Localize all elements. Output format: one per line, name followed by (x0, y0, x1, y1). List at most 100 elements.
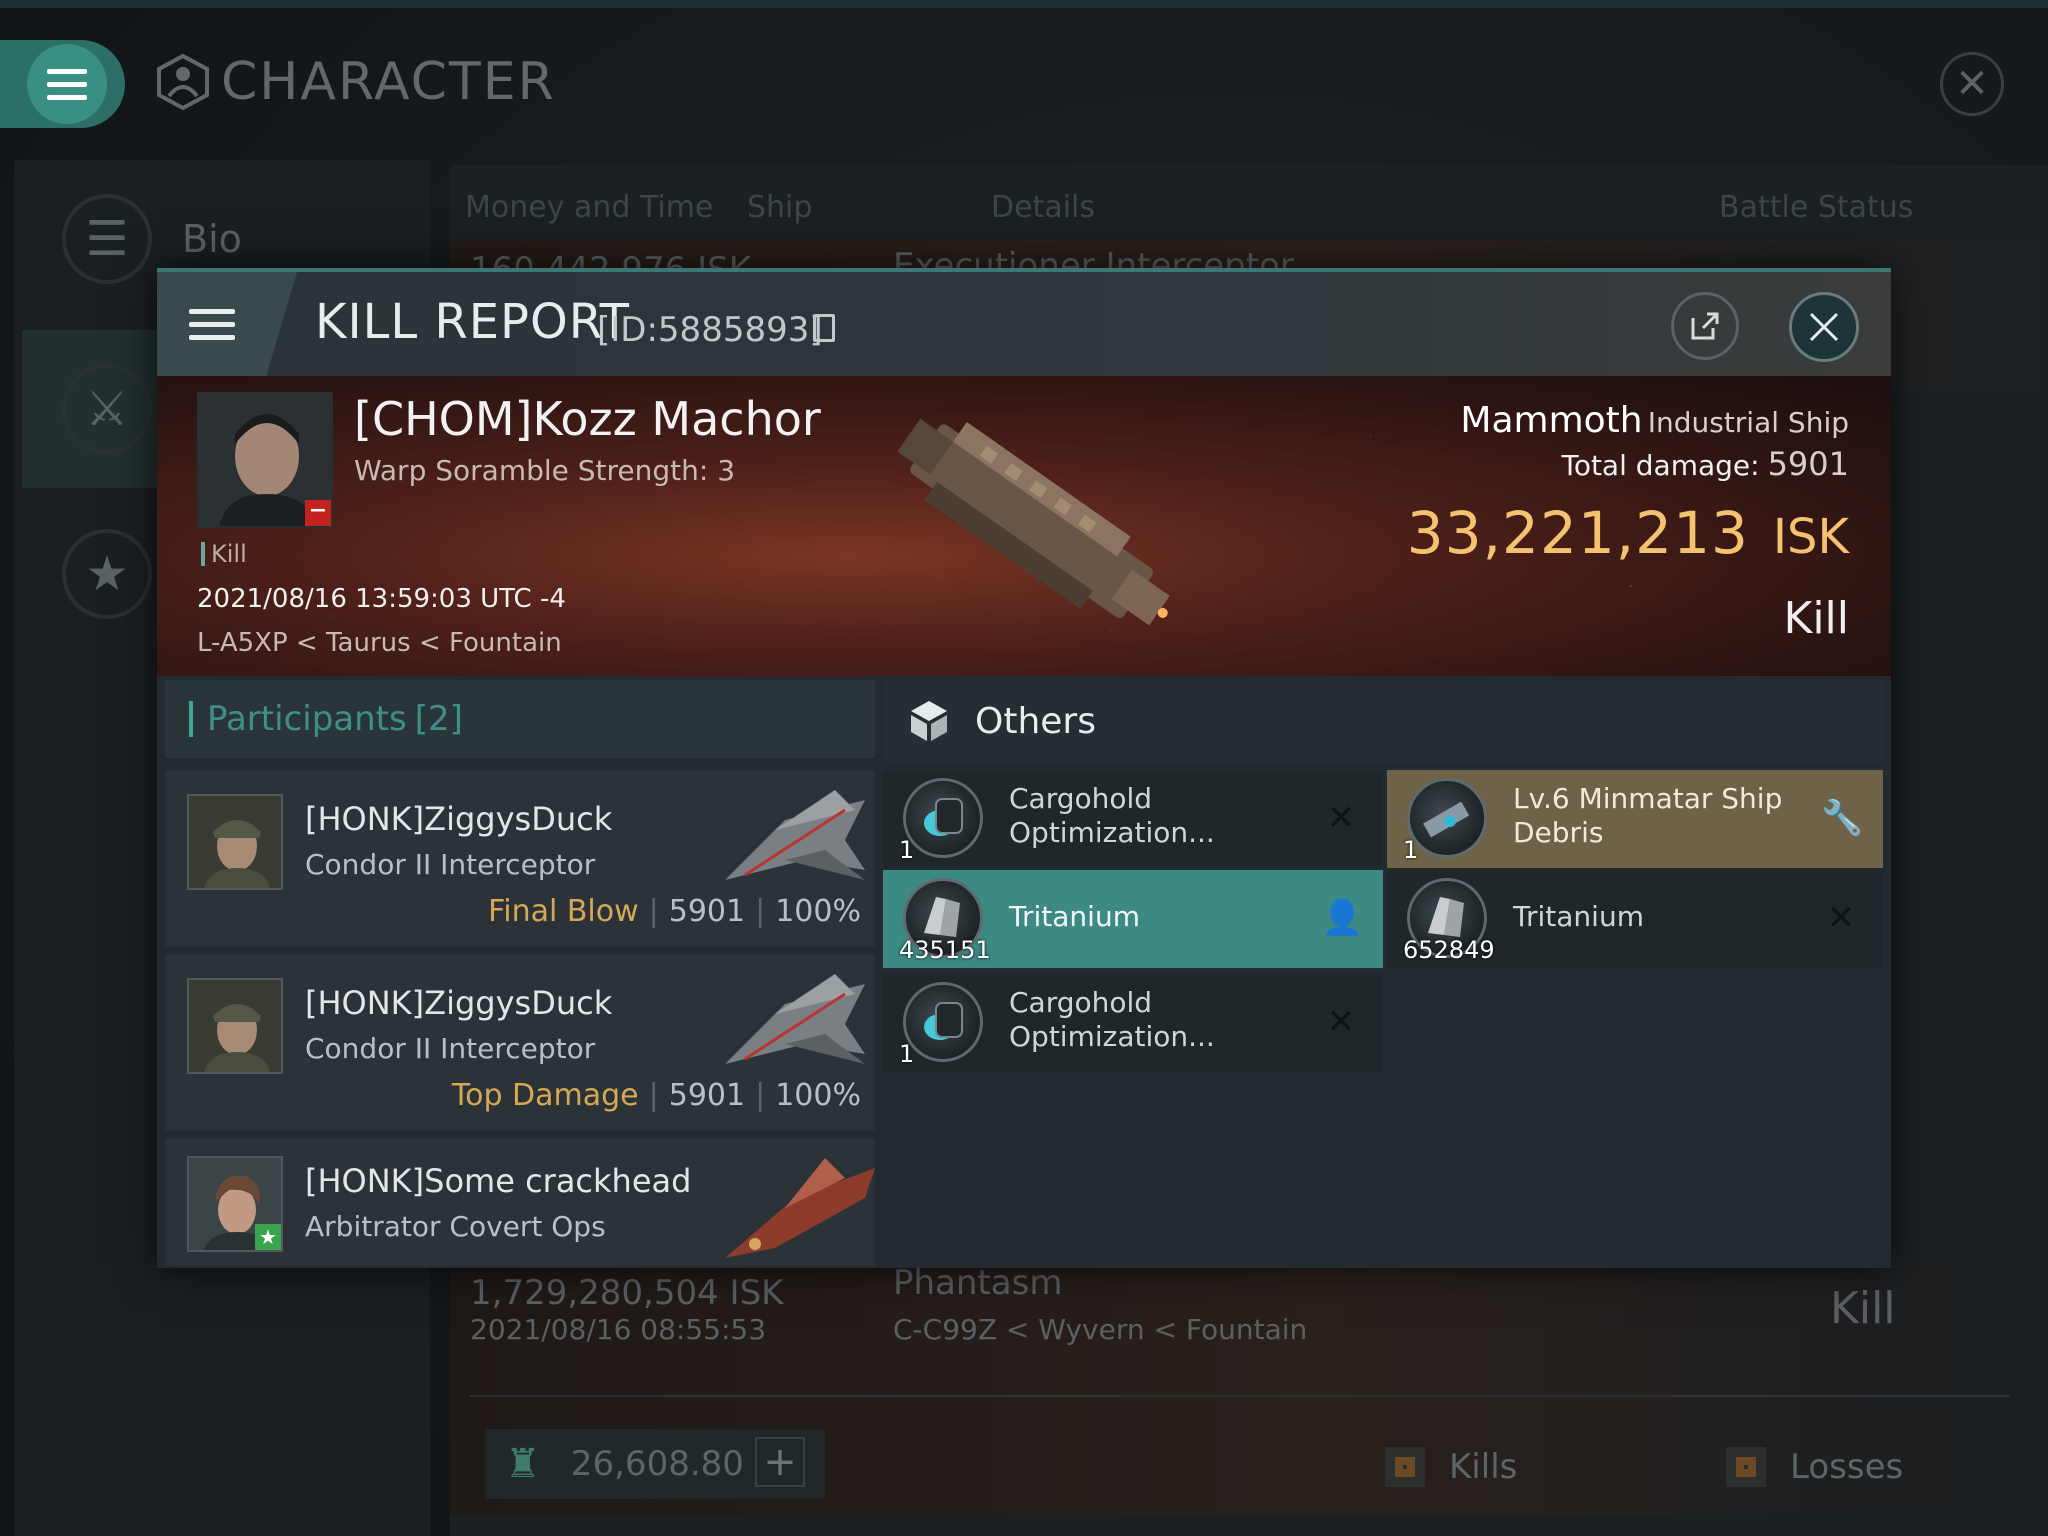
kill-report-modal: KILL REPORT [ID:5885893] − [CHOM]Kozz Ma… (157, 268, 1891, 1268)
participant-percent: 100% (775, 894, 861, 929)
participant-stats: Top Damage | 5901 | 100% (451, 1078, 861, 1113)
condor-ship-image (725, 790, 865, 880)
others-title: Others (975, 700, 1096, 742)
cargohold-icon (903, 778, 983, 858)
victim-portrait[interactable]: − (197, 392, 333, 528)
row-isk: 1,729,280,504 ISK (470, 1273, 784, 1313)
kill-status: Kill (1783, 593, 1849, 644)
legend-label: Losses (1790, 1447, 1904, 1487)
mammoth-ship-image (897, 418, 1170, 626)
row-date: 2021/08/16 08:55:53 (470, 1313, 767, 1346)
item-tritanium-dropped[interactable]: 435151 Tritanium 👤 (883, 870, 1383, 968)
participants-count: [2] (414, 699, 463, 739)
ship-name[interactable]: Mammoth (1460, 400, 1642, 441)
close-icon: ✕ (1955, 61, 1989, 107)
participant-row[interactable]: [HONK]ZiggysDuck Condor II Interceptor F… (165, 770, 875, 946)
pilot-portrait-icon (189, 796, 281, 888)
victim-summary: Mammoth Industrial Ship Total damage: 590… (1407, 400, 1849, 644)
others-panel: Others 1 Cargohold Optimization... ✕ 1 L… (883, 680, 1883, 1268)
participant-damage: 5901 (668, 894, 746, 929)
losses-checkbox-icon (1726, 1447, 1766, 1487)
row-status: Kill (1830, 1283, 1896, 1334)
kill-location[interactable]: L-A5XP < Taurus < Fountain (197, 628, 562, 658)
isk-value: 33,221,213 (1406, 499, 1749, 567)
participant-ship: Arbitrator Covert Ops (305, 1210, 606, 1243)
debris-icon (1407, 778, 1487, 858)
add-funds-button[interactable]: + (755, 1437, 805, 1487)
item-cargohold-optimization[interactable]: 1 Cargohold Optimization... ✕ (883, 974, 1383, 1072)
menu-icon (27, 44, 107, 124)
item-name: Cargohold Optimization... (1009, 986, 1215, 1053)
item-quantity: 1 (899, 836, 915, 864)
column-header: Money and Time (465, 190, 714, 225)
character-close-button[interactable]: ✕ (1940, 52, 2004, 116)
bio-icon: ☰ (62, 194, 152, 284)
isk-value-row: 33,221,213 ISK (1407, 499, 1849, 567)
legend-label: Kills (1449, 1447, 1518, 1487)
main-menu-button[interactable] (0, 40, 125, 128)
item-name: Tritanium (1513, 900, 1644, 933)
condor-ship-image (725, 974, 865, 1064)
participant-stats: Final Blow | 5901 | 100% (488, 894, 861, 929)
nav-item-label: Bio (182, 217, 242, 261)
isk-unit: ISK (1772, 509, 1849, 565)
participant-name[interactable]: [HONK]ZiggysDuck (305, 984, 612, 1022)
cargohold-icon (903, 982, 983, 1062)
external-link-icon (1691, 312, 1719, 340)
participant-name[interactable]: [HONK]ZiggysDuck (305, 800, 612, 838)
pilot-portrait-icon (189, 980, 281, 1072)
character-title-bar: CHARACTER (155, 52, 556, 112)
participant-portrait (187, 978, 283, 1074)
victim-name[interactable]: [CHOM]Kozz Machor (354, 392, 821, 446)
copy-icon[interactable] (813, 314, 835, 342)
participant-damage: 5901 (668, 1078, 746, 1113)
column-header: Ship (747, 190, 813, 225)
participant-ship: Condor II Interceptor (305, 1032, 596, 1065)
participants-header: Participants [2] (165, 680, 875, 758)
legend-kills[interactable]: Kills (1385, 1447, 1517, 1487)
participant-portrait (187, 794, 283, 890)
participants-title: Participants (207, 699, 407, 739)
column-header: Details (991, 190, 1096, 225)
menu-icon (189, 308, 235, 340)
top-damage-tag: Top Damage (451, 1078, 639, 1113)
kills-checkbox-icon (1385, 1447, 1425, 1487)
others-header: Others (883, 680, 1883, 762)
close-icon (1809, 312, 1839, 342)
arbitrator-ship-image (725, 1158, 875, 1258)
participant-row[interactable]: [HONK]ZiggysDuck Condor II Interceptor T… (165, 954, 875, 1130)
wallet-icon: ♜ (505, 1441, 541, 1487)
victim-banner: − [CHOM]Kozz Machor Warp Soramble Streng… (157, 376, 1891, 676)
close-button[interactable] (1789, 292, 1859, 362)
item-name: Lv.6 Minmatar Ship Debris (1513, 782, 1783, 849)
kill-datetime: 2021/08/16 13:59:03 UTC -4 (197, 584, 566, 614)
participants-panel: Participants [2] [HONK]ZiggysDuck Condor… (165, 680, 875, 1268)
window-title: CHARACTER (221, 52, 556, 112)
participant-row[interactable]: ★ [HONK]Some crackhead Arbitrator Covert… (165, 1138, 875, 1266)
crossed-swords-icon: ⚔ (62, 364, 152, 454)
cube-icon (911, 701, 947, 741)
character-icon (157, 54, 209, 110)
person-icon: 👤 (1321, 898, 1364, 938)
row-ship: Phantasm (893, 1263, 1063, 1303)
destroyed-x-icon: ✕ (1326, 798, 1356, 838)
participant-name[interactable]: [HONK]Some crackhead (305, 1162, 691, 1200)
table-header: Money and Time Ship Details Battle Statu… (465, 190, 2048, 240)
share-button[interactable] (1671, 292, 1739, 360)
item-name: Tritanium (1009, 900, 1140, 933)
item-tritanium-destroyed[interactable]: 652849 Tritanium ✕ (1387, 870, 1883, 968)
modal-menu-button[interactable] (157, 272, 297, 376)
item-ship-debris[interactable]: 1 Lv.6 Minmatar Ship Debris 🔧 (1387, 770, 1883, 868)
row-location: C-C99Z < Wyvern < Fountain (893, 1313, 1308, 1346)
total-damage-label: Total damage: (1561, 449, 1760, 482)
bottom-bar: ♜ 26,608.80 + Kills Losses (470, 1395, 2010, 1535)
wallet-box: ♜ 26,608.80 + (485, 1429, 825, 1499)
item-cargohold-optimization[interactable]: 1 Cargohold Optimization... ✕ (883, 770, 1383, 868)
star-icon: ★ (62, 529, 152, 619)
legend-losses[interactable]: Losses (1726, 1447, 1903, 1487)
kill-tag: Kill (201, 542, 247, 566)
report-id: [ID:5885893] (597, 310, 823, 350)
column-header: Battle Status (1719, 190, 1914, 225)
item-quantity: 435151 (899, 936, 991, 964)
ship-class: Industrial Ship (1647, 406, 1849, 439)
